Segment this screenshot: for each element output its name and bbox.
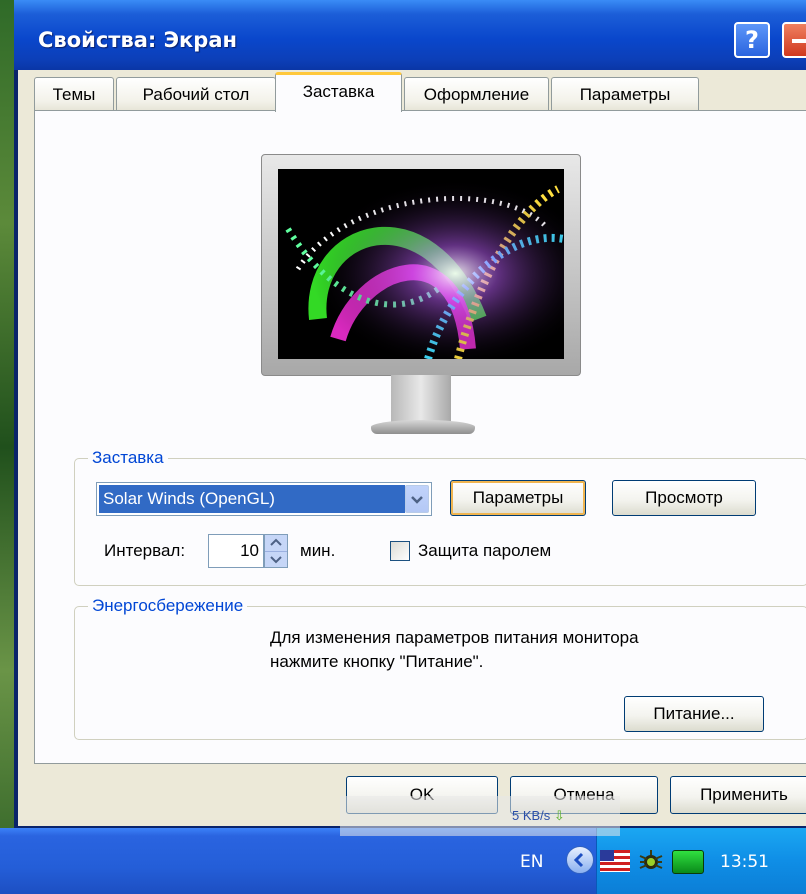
close-button[interactable]: [782, 22, 806, 58]
display-properties-window: Свойства: Экран ? Темы Рабочий стол Заст…: [14, 0, 806, 828]
power-description-line1: Для изменения параметров питания монитор…: [270, 628, 639, 647]
antivirus-icon[interactable]: [636, 846, 666, 881]
power-button[interactable]: Питание...: [624, 696, 764, 732]
interval-input[interactable]: 10: [208, 534, 264, 568]
power-description-line2: нажмите кнопку "Питание".: [270, 652, 484, 671]
monitor-base: [371, 420, 475, 434]
us-flag-icon[interactable]: [600, 850, 630, 877]
chevron-down-icon[interactable]: [405, 485, 429, 513]
password-checkbox[interactable]: [390, 541, 410, 561]
tab-settings[interactable]: Параметры: [551, 77, 699, 111]
tab-screensaver[interactable]: Заставка: [275, 72, 402, 112]
network-speed-overlay: [340, 796, 620, 836]
language-indicator[interactable]: EN: [520, 852, 543, 872]
clock[interactable]: 13:51: [720, 852, 769, 872]
tab-desktop[interactable]: Рабочий стол: [116, 77, 276, 111]
interval-spinner[interactable]: [264, 534, 288, 568]
help-button[interactable]: ?: [734, 22, 770, 58]
screensaver-select-value: Solar Winds (OpenGL): [99, 485, 405, 513]
monitor-stand: [391, 375, 451, 423]
apply-button[interactable]: Применить: [670, 776, 806, 814]
screensaver-group-label: Заставка: [88, 448, 168, 468]
power-group-label: Энергосбережение: [88, 596, 248, 616]
screensaver-select[interactable]: Solar Winds (OpenGL): [96, 482, 432, 516]
interval-unit: мин.: [300, 541, 336, 560]
network-speed-text: 5 KB/s ⇩: [512, 808, 565, 824]
password-label[interactable]: Защита паролем: [418, 541, 551, 561]
spin-up-icon[interactable]: [265, 535, 287, 552]
download-arrow-icon: ⇩: [553, 808, 565, 823]
network-monitor-icon[interactable]: [672, 850, 704, 874]
window-title: Свойства: Экран: [38, 28, 238, 52]
dialog-client-area: Темы Рабочий стол Заставка Оформление Па…: [18, 70, 806, 826]
title-bar[interactable]: Свойства: Экран ?: [14, 0, 806, 70]
spin-down-icon[interactable]: [265, 552, 287, 568]
desktop-background: [0, 0, 14, 894]
monitor-preview: [261, 154, 581, 376]
tab-appearance[interactable]: Оформление: [404, 77, 549, 111]
expand-tray-icon[interactable]: [566, 846, 594, 874]
interval-label: Интервал:: [104, 541, 186, 560]
close-icon: [792, 39, 806, 43]
tab-themes[interactable]: Темы: [34, 77, 114, 111]
screensaver-group: [74, 458, 806, 586]
network-speed-value: 5 KB/s: [512, 808, 551, 823]
screensaver-preview-button[interactable]: Просмотр: [612, 480, 756, 516]
screensaver-settings-button[interactable]: Параметры: [450, 480, 586, 516]
screensaver-preview-screen: [278, 169, 564, 359]
